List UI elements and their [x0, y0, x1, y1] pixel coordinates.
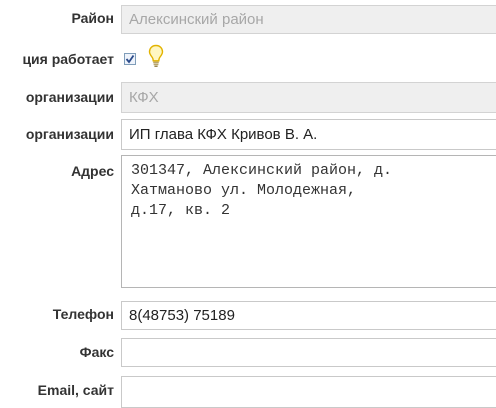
phone-label: Телефон — [52, 306, 114, 322]
org-name-label: организации — [25, 126, 114, 142]
address-textarea[interactable]: 301347, Алексинский район, д. Хатманово … — [121, 155, 496, 288]
org-type-field: КФХ — [121, 82, 496, 113]
lightbulb-icon[interactable] — [147, 44, 165, 68]
checkmark-icon — [125, 54, 135, 64]
address-label: Адрес — [71, 163, 114, 179]
works-checkbox[interactable] — [124, 53, 136, 65]
org-type-label: организации — [25, 89, 114, 105]
fax-label: Факс — [79, 344, 114, 360]
email-label: Email, сайт — [37, 382, 114, 398]
works-label: ция работает — [22, 51, 114, 67]
fax-input[interactable] — [121, 338, 496, 367]
org-name-input[interactable]: ИП глава КФХ Кривов В. А. — [121, 119, 496, 150]
phone-input[interactable]: 8(48753) 75189 — [121, 301, 496, 330]
district-field: Алексинский район — [121, 5, 496, 34]
email-input[interactable] — [121, 376, 496, 408]
district-label: Район — [71, 10, 114, 26]
